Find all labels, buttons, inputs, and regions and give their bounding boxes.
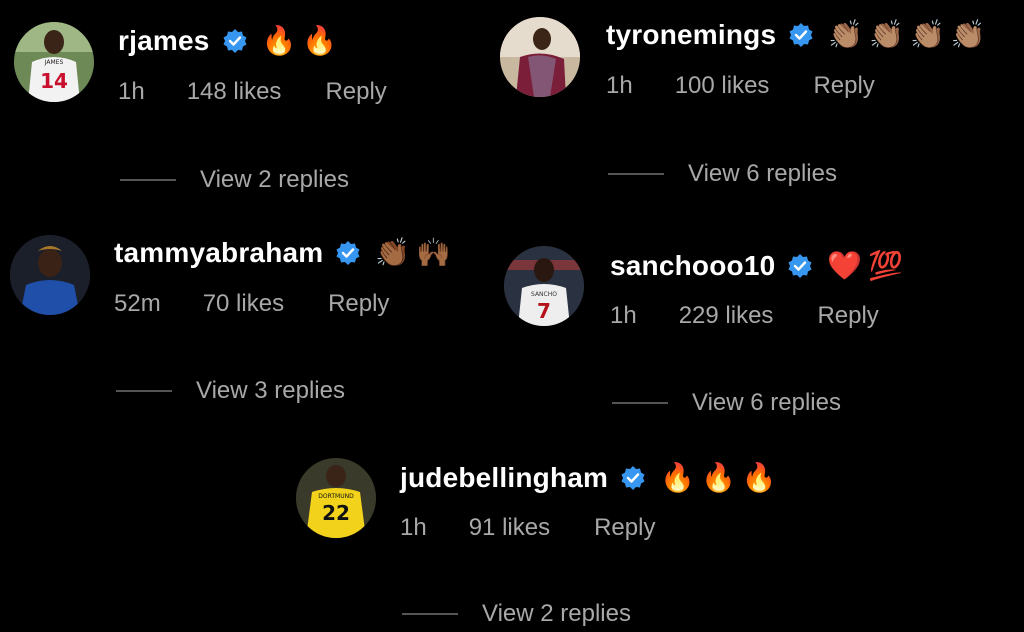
emoji-reaction: 🔥🔥🔥 bbox=[660, 461, 783, 494]
svg-text:SANCHO: SANCHO bbox=[531, 291, 557, 298]
divider-line bbox=[608, 173, 664, 175]
likes-count[interactable]: 100 likes bbox=[675, 72, 770, 100]
reply-button[interactable]: Reply bbox=[817, 302, 878, 330]
view-replies-button[interactable]: View 2 replies bbox=[200, 166, 349, 194]
comment-time: 52m bbox=[114, 290, 161, 317]
reply-button[interactable]: Reply bbox=[813, 72, 874, 100]
player-14-avatar-icon: JAMES 14 bbox=[14, 22, 94, 102]
svg-text:14: 14 bbox=[40, 69, 68, 93]
view-replies-button[interactable]: View 3 replies bbox=[196, 377, 345, 405]
reply-button[interactable]: Reply bbox=[594, 514, 655, 542]
avatar[interactable]: SANCHO 7 bbox=[504, 246, 584, 326]
verified-badge-icon bbox=[222, 28, 248, 54]
emoji-reaction: 👏🏽👏🏽👏🏽👏🏽 bbox=[828, 18, 992, 51]
avatar[interactable] bbox=[500, 17, 580, 97]
verified-badge-icon bbox=[788, 22, 814, 48]
svg-text:JAMES: JAMES bbox=[44, 59, 64, 66]
emoji-reaction: 🔥🔥 bbox=[261, 24, 344, 57]
player-22-avatar-icon: DORTMUND 22 bbox=[296, 458, 376, 538]
username[interactable]: sanchooo10 bbox=[610, 250, 775, 282]
divider-line bbox=[402, 613, 458, 615]
avatar[interactable]: JAMES 14 bbox=[14, 22, 94, 102]
reply-button[interactable]: Reply bbox=[325, 78, 386, 106]
comment-time: 1h bbox=[118, 78, 145, 105]
likes-count[interactable]: 91 likes bbox=[469, 514, 550, 542]
player-blue-kit-avatar-icon bbox=[10, 235, 90, 315]
comment-time: 1h bbox=[610, 302, 637, 329]
verified-badge-icon bbox=[335, 240, 361, 266]
likes-count[interactable]: 148 likes bbox=[187, 78, 282, 106]
likes-count[interactable]: 70 likes bbox=[203, 290, 284, 318]
comment-time: 1h bbox=[606, 72, 633, 99]
likes-count[interactable]: 229 likes bbox=[679, 302, 774, 330]
view-replies-button[interactable]: View 6 replies bbox=[692, 389, 841, 417]
verified-badge-icon bbox=[787, 253, 813, 279]
verified-badge-icon bbox=[620, 465, 646, 491]
divider-line bbox=[116, 390, 172, 392]
avatar[interactable]: DORTMUND 22 bbox=[296, 458, 376, 538]
svg-text:DORTMUND: DORTMUND bbox=[318, 493, 354, 500]
svg-text:22: 22 bbox=[322, 501, 350, 525]
divider-line bbox=[120, 179, 176, 181]
comment-time: 1h bbox=[400, 514, 427, 541]
reply-button[interactable]: Reply bbox=[328, 290, 389, 318]
svg-text:7: 7 bbox=[537, 299, 551, 323]
username[interactable]: tammyabraham bbox=[114, 237, 323, 269]
divider-line bbox=[612, 402, 668, 404]
view-replies-button[interactable]: View 6 replies bbox=[688, 160, 837, 188]
view-replies-button[interactable]: View 2 replies bbox=[482, 600, 631, 628]
emoji-reaction: 👏🏾🙌🏾 bbox=[375, 236, 458, 269]
player-7-avatar-icon: SANCHO 7 bbox=[504, 246, 584, 326]
username[interactable]: rjames bbox=[118, 25, 210, 57]
username[interactable]: tyronemings bbox=[606, 19, 776, 51]
username[interactable]: judebellingham bbox=[400, 462, 608, 494]
player-aston-villa-avatar-icon bbox=[500, 17, 580, 97]
emoji-reaction: ❤️💯 bbox=[827, 249, 910, 282]
avatar[interactable] bbox=[10, 235, 90, 315]
